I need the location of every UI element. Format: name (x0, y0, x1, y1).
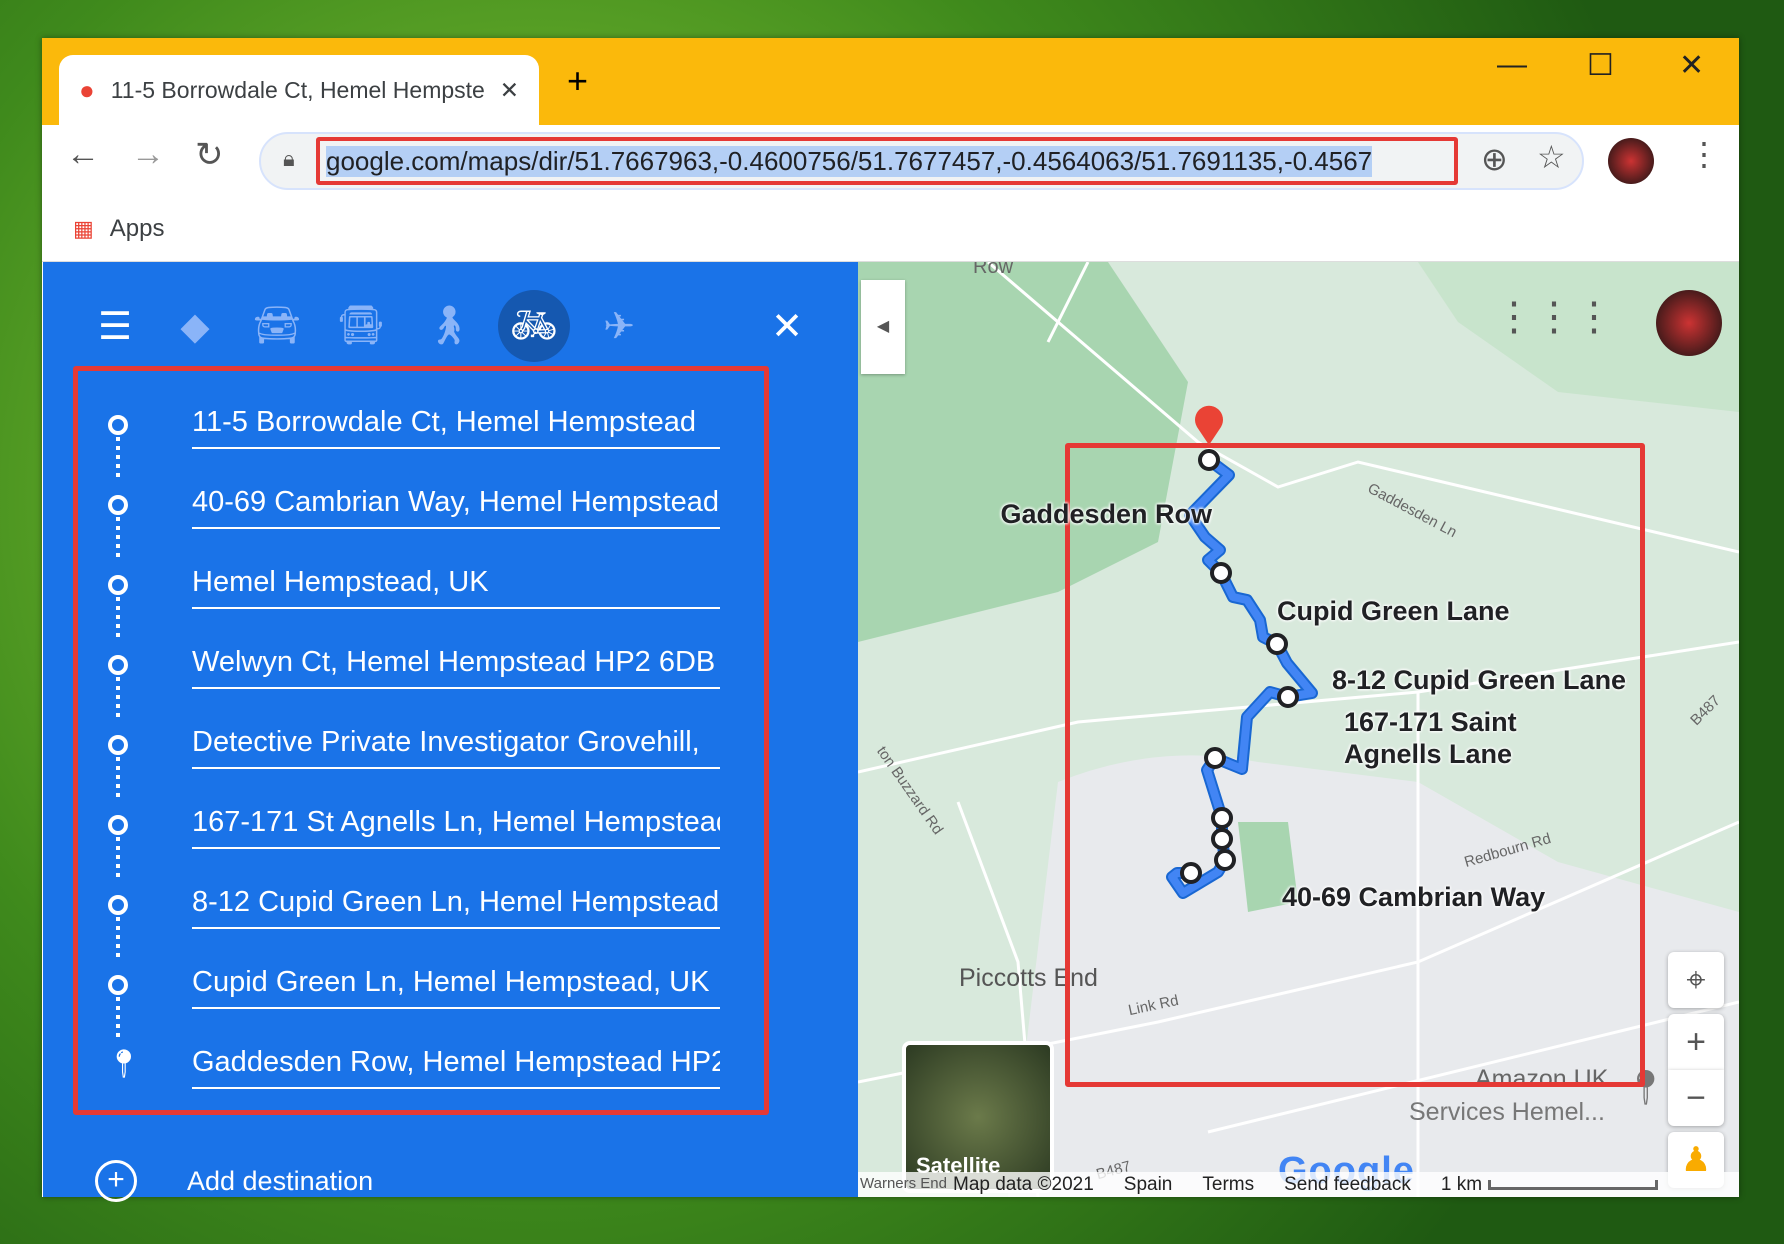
waypoint-circle-icon (108, 815, 128, 835)
google-apps-icon[interactable]: ⋮⋮⋮ (1494, 294, 1614, 340)
waypoint-marker[interactable] (1180, 862, 1202, 884)
scale-bar (1488, 1179, 1659, 1190)
add-destination-icon[interactable]: + (95, 1160, 137, 1202)
stop-row[interactable]: 8-12 Cupid Green Ln, Hemel Hempstead (78, 867, 768, 947)
map-canvas[interactable]: ◀ Row Gaddesden Ln Redbourn Rd Link Rd B… (858, 262, 1739, 1197)
flight-icon[interactable]: ✈ (583, 290, 655, 362)
stop-row[interactable]: Cupid Green Ln, Hemel Hempstead, UK (78, 947, 768, 1027)
stops-list: 11-5 Borrowdale Ct, Hemel Hempstead 40-6… (73, 366, 769, 1115)
stop-input[interactable]: 167-171 St Agnells Ln, Hemel Hempstead (192, 799, 720, 849)
map-footer: Map data ©2021 Spain Terms Send feedback… (858, 1172, 1739, 1197)
title-bar: ● 11-5 Borrowdale Ct, Hemel Hempstead ✕ … (42, 38, 1739, 125)
forward-icon[interactable]: → (131, 135, 165, 174)
destination-pin-icon[interactable] (1195, 405, 1223, 445)
menu-icon[interactable]: ☰ (79, 290, 151, 362)
stop-row[interactable]: 📍︎ Gaddesden Row, Hemel Hempstead HP2 (78, 1027, 768, 1107)
waypoint-circle-icon (108, 575, 128, 595)
back-icon[interactable]: ← (66, 135, 100, 174)
url-field[interactable]: google.com/maps/dir/51.7667963,-0.460075… (316, 137, 1458, 185)
stop-input[interactable]: Cupid Green Ln, Hemel Hempstead, UK (192, 959, 720, 1009)
maps-pin-icon: ● (79, 74, 95, 105)
stop-input[interactable]: 40-69 Cambrian Way, Hemel Hempstead (192, 479, 720, 529)
stop-input[interactable]: Hemel Hempstead, UK (192, 559, 720, 609)
walking-icon[interactable]: 🚶︎ (413, 290, 485, 362)
waypoint-marker[interactable] (1198, 449, 1220, 471)
destination-pin-icon: 📍︎ (106, 1048, 142, 1079)
menu-kebab-icon[interactable]: ⋮ (1688, 135, 1720, 173)
stop-row[interactable]: Hemel Hempstead, UK (78, 547, 768, 627)
apps-grid-icon: ▦ (73, 215, 94, 241)
waypoint-label: 8-12 Cupid Green Lane (1332, 665, 1627, 695)
waypoint-circle-icon (108, 895, 128, 915)
close-tab-icon[interactable]: ✕ (500, 77, 519, 104)
reload-icon[interactable]: ↻ (195, 135, 224, 175)
waypoint-marker[interactable] (1266, 633, 1288, 655)
stop-input[interactable]: 11-5 Borrowdale Ct, Hemel Hempstead (192, 399, 720, 449)
waypoint-circle-icon (108, 655, 128, 675)
region-link[interactable]: Spain (1124, 1174, 1173, 1196)
waypoint-label: 167-171 Saint (1344, 707, 1517, 737)
address-bar[interactable]: 🔒︎ google.com/maps/dir/51.7667963,-0.460… (259, 132, 1584, 190)
lock-icon: 🔒︎ (283, 146, 295, 171)
waypoint-label: 40-69 Cambrian Way (1282, 882, 1546, 912)
stop-input[interactable]: Detective Private Investigator Grovehill… (192, 719, 720, 769)
waypoint-marker[interactable] (1210, 562, 1232, 584)
minimize-button[interactable]: — (1497, 48, 1527, 82)
bookmark-star-icon[interactable]: ☆ (1537, 138, 1566, 176)
satellite-toggle[interactable]: Satellite (902, 1041, 1054, 1193)
waypoint-marker[interactable] (1211, 807, 1233, 829)
maximize-button[interactable]: ☐ (1587, 48, 1614, 83)
waypoint-circle-icon (108, 975, 128, 995)
waypoint-label: Cupid Green Lane (1277, 596, 1510, 626)
waypoint-circle-icon (108, 415, 128, 435)
zoom-out-button[interactable]: − (1668, 1070, 1724, 1126)
stop-row[interactable]: 167-171 St Agnells Ln, Hemel Hempstead (78, 787, 768, 867)
my-location-button[interactable]: ⌖ (1668, 952, 1724, 1008)
install-icon[interactable]: ⊕ (1481, 140, 1508, 178)
new-tab-button[interactable]: + (567, 60, 588, 102)
browser-tab[interactable]: ● 11-5 Borrowdale Ct, Hemel Hempstead ✕ (59, 55, 539, 125)
waypoint-marker[interactable] (1211, 828, 1233, 850)
close-directions-button[interactable]: ✕ (751, 290, 823, 362)
stop-input[interactable]: Welwyn Ct, Hemel Hempstead HP2 6DB (192, 639, 720, 689)
tab-title: 11-5 Borrowdale Ct, Hemel Hempstead (110, 76, 484, 103)
stop-row[interactable]: 11-5 Borrowdale Ct, Hemel Hempstead (78, 387, 768, 467)
stop-row[interactable]: Welwyn Ct, Hemel Hempstead HP2 6DB (78, 627, 768, 707)
waypoint-marker[interactable] (1204, 747, 1226, 769)
stop-input[interactable]: 8-12 Cupid Green Ln, Hemel Hempstead (192, 879, 720, 929)
send-feedback-link[interactable]: Send feedback (1284, 1174, 1411, 1196)
profile-avatar[interactable] (1608, 138, 1654, 184)
waypoint-circle-icon (108, 495, 128, 515)
waypoint-circle-icon (108, 735, 128, 755)
bookmarks-bar: ▦ Apps (42, 196, 1739, 262)
transit-icon[interactable]: 🚍︎ (325, 290, 397, 362)
waypoint-marker[interactable] (1214, 849, 1236, 871)
car-icon[interactable]: 🚘︎ (241, 290, 313, 362)
zoom-in-button[interactable]: + (1668, 1014, 1724, 1070)
best-route-icon[interactable]: ◆ (159, 290, 231, 362)
stop-input[interactable]: Gaddesden Row, Hemel Hempstead HP2 (192, 1039, 720, 1089)
add-destination-button[interactable]: Add destination (187, 1166, 373, 1197)
cycling-icon[interactable]: 🚲︎ (498, 290, 570, 362)
stop-row[interactable]: 40-69 Cambrian Way, Hemel Hempstead (78, 467, 768, 547)
account-avatar[interactable] (1656, 290, 1722, 356)
waypoint-marker[interactable] (1277, 686, 1299, 708)
browser-window: ● 11-5 Borrowdale Ct, Hemel Hempstead ✕ … (42, 38, 1739, 1202)
map-data-attribution: Map data ©2021 (953, 1173, 1094, 1195)
waypoint-label: Agnells Lane (1344, 739, 1513, 769)
terms-link[interactable]: Terms (1202, 1174, 1254, 1196)
stop-row[interactable]: Detective Private Investigator Grovehill… (78, 707, 768, 787)
close-window-button[interactable]: ✕ (1679, 48, 1704, 83)
waypoint-label: Gaddesden Row (1000, 499, 1212, 529)
apps-bookmark[interactable]: Apps (110, 215, 165, 243)
scale-label: 1 km (1440, 1173, 1483, 1195)
road-label: Warners End (860, 1175, 947, 1192)
directions-panel: ☰ ◆ 🚘︎ 🚍︎ 🚶︎ 🚲︎ ✈ ✕ 11-5 Borrowdale Ct, … (43, 262, 858, 1202)
toolbar: ← → ↻ 🔒︎ google.com/maps/dir/51.7667963,… (42, 125, 1739, 196)
